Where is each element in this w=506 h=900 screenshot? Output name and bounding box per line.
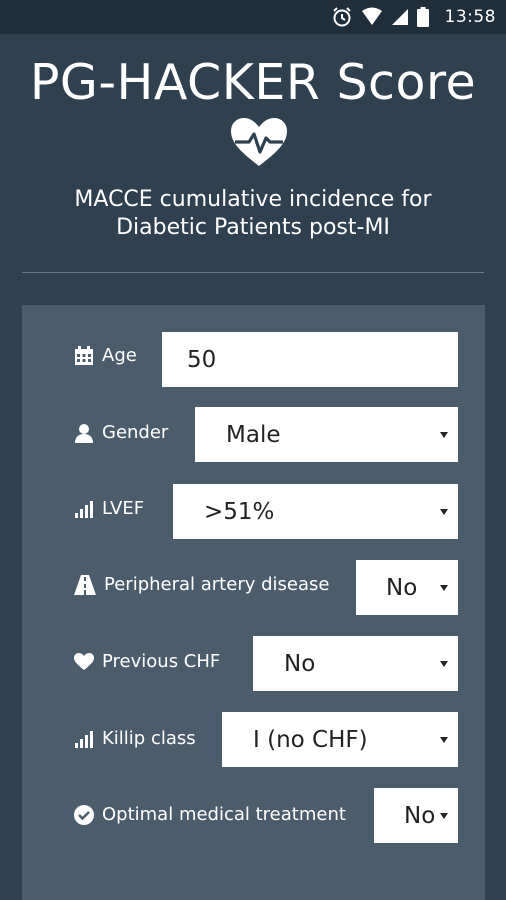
age-label-text: Age xyxy=(102,345,137,366)
age-input[interactable]: 50 xyxy=(162,332,458,387)
pad-label-text: Peripheral artery disease xyxy=(104,574,330,595)
battery-icon xyxy=(416,7,429,27)
chevron-down-icon xyxy=(440,431,448,438)
wifi-icon xyxy=(361,7,382,25)
killip-value: I (no CHF) xyxy=(253,726,368,753)
chevron-down-icon xyxy=(440,508,448,515)
status-bar: 13:58 xyxy=(0,0,506,34)
gender-value: Male xyxy=(226,421,281,448)
signal-icon xyxy=(391,9,408,25)
age-label: Age xyxy=(74,345,137,366)
chevron-down-icon xyxy=(440,812,448,819)
killip-label-text: Killip class xyxy=(102,728,196,749)
gender-select[interactable]: Male xyxy=(195,407,458,462)
subtitle-line-1: MACCE cumulative incidence for xyxy=(74,187,432,212)
lvef-label: LVEF xyxy=(74,498,144,519)
omt-label: Optimal medical treatment xyxy=(74,804,346,825)
road-icon xyxy=(74,574,96,595)
form-panel: Age 50 Gender Male LVEF >51% Peripheral … xyxy=(22,305,485,900)
subtitle: MACCE cumulative incidence for Diabetic … xyxy=(0,186,506,242)
chevron-down-icon xyxy=(440,660,448,667)
pad-value: No xyxy=(386,574,418,601)
pad-label: Peripheral artery disease xyxy=(74,574,329,595)
omt-value: No xyxy=(404,802,436,829)
status-icons: 13:58 xyxy=(331,0,497,34)
omt-label-text: Optimal medical treatment xyxy=(102,804,346,825)
gender-label: Gender xyxy=(74,422,168,443)
lvef-value: >51% xyxy=(204,498,275,525)
chevron-down-icon xyxy=(440,584,448,591)
heart-icon xyxy=(74,652,94,670)
chf-label: Previous CHF xyxy=(74,651,220,672)
check-circle-icon xyxy=(74,804,94,825)
divider xyxy=(22,272,484,273)
chf-label-text: Previous CHF xyxy=(102,651,221,672)
killip-label: Killip class xyxy=(74,728,196,749)
chf-value: No xyxy=(284,650,316,677)
omt-select[interactable]: No xyxy=(374,788,458,843)
chf-select[interactable]: No xyxy=(253,636,458,691)
user-icon xyxy=(75,423,93,443)
killip-select[interactable]: I (no CHF) xyxy=(222,712,458,767)
subtitle-line-2: Diabetic Patients post-MI xyxy=(116,215,390,240)
age-value: 50 xyxy=(187,346,217,373)
lvef-select[interactable]: >51% xyxy=(173,484,458,539)
signal-bars-icon xyxy=(75,500,93,518)
status-time: 13:58 xyxy=(444,7,496,27)
lvef-label-text: LVEF xyxy=(102,498,145,519)
heart-pulse-icon xyxy=(231,118,287,166)
signal-bars-icon xyxy=(75,730,93,748)
alarm-icon xyxy=(332,7,351,27)
chevron-down-icon xyxy=(440,736,448,743)
gender-label-text: Gender xyxy=(102,422,169,443)
page-title: PG-HACKER Score xyxy=(29,54,477,111)
calendar-icon xyxy=(75,345,93,365)
pad-select[interactable]: No xyxy=(356,560,458,615)
